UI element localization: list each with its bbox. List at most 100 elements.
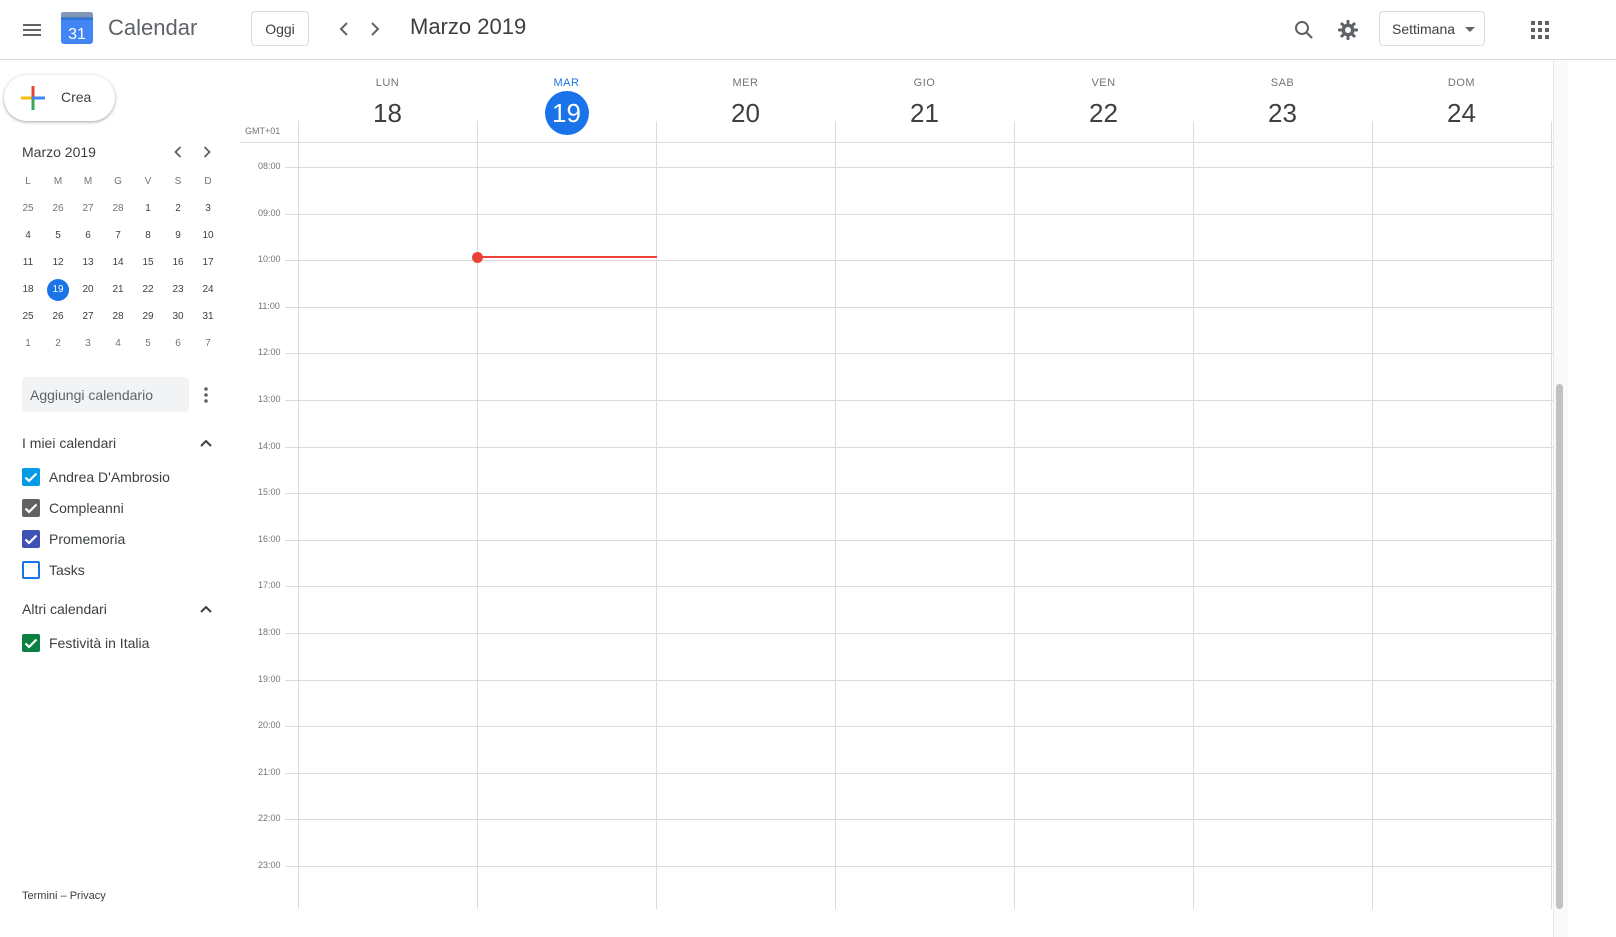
mini-day-cell[interactable]: 22 — [133, 276, 163, 303]
mini-day-number: 14 — [112, 257, 124, 268]
chevron-up-icon[interactable] — [195, 432, 217, 454]
calendar-list-item[interactable]: Andrea D'Ambrosio — [22, 466, 170, 488]
mini-day-cell[interactable]: 15 — [133, 249, 163, 276]
mini-day-cell[interactable]: 13 — [73, 249, 103, 276]
day-number[interactable]: 18 — [366, 91, 410, 135]
mini-day-cell[interactable]: 24 — [193, 276, 223, 303]
mini-day-cell[interactable]: 18 — [13, 276, 43, 303]
day-number[interactable]: 21 — [903, 91, 947, 135]
apps-grid-icon[interactable] — [1522, 12, 1558, 48]
mini-day-cell[interactable]: 27 — [73, 195, 103, 222]
mini-day-cell[interactable]: 16 — [163, 249, 193, 276]
day-column-header[interactable]: SAB 23 — [1193, 60, 1372, 143]
mini-day-cell[interactable]: 28 — [103, 303, 133, 330]
calendar-name: Andrea D'Ambrosio — [49, 469, 170, 485]
chevron-up-icon[interactable] — [195, 598, 217, 620]
day-column-header[interactable]: LUN 18 — [298, 60, 477, 143]
mini-day-cell[interactable]: 2 — [163, 195, 193, 222]
mini-day-cell[interactable]: 21 — [103, 276, 133, 303]
calendar-list-item[interactable]: Promemoria — [22, 528, 125, 550]
calendar-name: Compleanni — [49, 500, 124, 516]
mini-day-cell[interactable]: 5 — [43, 222, 73, 249]
mini-calendar-grid: L M M G V S D 25 26 27 28 1 2 3 4 5 6 7 8 9 10 11 12 13 14 15 16 17… — [13, 168, 223, 357]
header-divider — [240, 142, 1553, 143]
mini-day-cell[interactable]: 6 — [163, 330, 193, 357]
day-column-header[interactable]: MAR 19 — [477, 60, 656, 143]
mini-day-cell[interactable]: 8 — [133, 222, 163, 249]
mini-day-cell[interactable]: 3 — [73, 330, 103, 357]
gear-icon[interactable] — [1330, 12, 1366, 48]
day-number[interactable]: 23 — [1261, 91, 1305, 135]
mini-day-cell[interactable]: 25 — [13, 195, 43, 222]
today-button[interactable]: Oggi — [251, 11, 309, 46]
weekday-name: GIO — [913, 77, 936, 89]
day-number[interactable]: 24 — [1440, 91, 1484, 135]
create-button[interactable]: Crea — [4, 75, 115, 121]
mini-day-cell[interactable]: 14 — [103, 249, 133, 276]
checkbox-checked-icon[interactable] — [22, 468, 40, 486]
day-column-header[interactable]: GIO 21 — [835, 60, 1014, 143]
mini-day-number: 3 — [85, 338, 91, 349]
mini-day-cell[interactable]: 28 — [103, 195, 133, 222]
day-column-header[interactable]: VEN 22 — [1014, 60, 1193, 143]
mini-day-cell[interactable]: 5 — [133, 330, 163, 357]
weekday-name: VEN — [1091, 77, 1116, 89]
mini-next-month-icon[interactable] — [195, 140, 219, 164]
mini-day-cell[interactable]: 26 — [43, 303, 73, 330]
day-number[interactable]: 20 — [724, 91, 768, 135]
mini-day-cell[interactable]: 7 — [193, 330, 223, 357]
chevron-left-icon[interactable] — [329, 14, 359, 44]
mini-day-cell[interactable]: 2 — [43, 330, 73, 357]
mini-prev-month-icon[interactable] — [166, 140, 190, 164]
mini-day-cell[interactable]: 23 — [163, 276, 193, 303]
mini-day-cell[interactable]: 29 — [133, 303, 163, 330]
mini-day-number: 31 — [202, 311, 214, 322]
scrollbar-thumb[interactable] — [1556, 384, 1563, 909]
hour-label: 13:00 — [258, 394, 281, 404]
mini-day-cell[interactable]: 30 — [163, 303, 193, 330]
mini-day-cell[interactable]: 31 — [193, 303, 223, 330]
checkbox-checked-icon[interactable] — [22, 530, 40, 548]
calendar-list-item[interactable]: Festività in Italia — [22, 632, 149, 654]
calendar-list-item[interactable]: Compleanni — [22, 497, 124, 519]
mini-day-cell[interactable]: 6 — [73, 222, 103, 249]
checkbox-checked-icon[interactable] — [22, 634, 40, 652]
mini-day-cell[interactable]: 10 — [193, 222, 223, 249]
mini-day-cell[interactable]: 4 — [13, 222, 43, 249]
add-calendar-input[interactable]: Aggiungi calendario — [22, 377, 189, 412]
mini-day-cell[interactable]: 27 — [73, 303, 103, 330]
other-calendars-title[interactable]: Altri calendari — [22, 601, 107, 617]
mini-day-cell[interactable]: 3 — [193, 195, 223, 222]
view-selector[interactable]: Settimana — [1379, 11, 1485, 46]
day-column-header[interactable]: DOM 24 — [1372, 60, 1551, 143]
mini-day-cell[interactable]: 1 — [133, 195, 163, 222]
mini-day-number: 8 — [145, 230, 151, 241]
mini-day-cell[interactable]: 11 — [13, 249, 43, 276]
mini-day-number: 10 — [202, 230, 214, 241]
mini-day-cell[interactable]: 12 — [43, 249, 73, 276]
mini-day-cell[interactable]: 25 — [13, 303, 43, 330]
day-column-header[interactable]: MER 20 — [656, 60, 835, 143]
hour-divider — [285, 447, 1553, 448]
mini-day-cell[interactable]: 19 — [43, 276, 73, 303]
my-calendars-title[interactable]: I miei calendari — [22, 435, 116, 451]
day-number[interactable]: 22 — [1082, 91, 1126, 135]
checkbox-checked-icon[interactable] — [22, 499, 40, 517]
search-icon[interactable] — [1286, 12, 1322, 48]
privacy-link[interactable]: Privacy — [70, 890, 106, 902]
mini-day-cell[interactable]: 7 — [103, 222, 133, 249]
mini-day-cell[interactable]: 26 — [43, 195, 73, 222]
menu-icon[interactable] — [14, 12, 50, 48]
chevron-right-icon[interactable] — [360, 14, 390, 44]
calendar-list-item[interactable]: Tasks — [22, 559, 85, 581]
mini-day-cell[interactable]: 1 — [13, 330, 43, 357]
mini-day-cell[interactable]: 9 — [163, 222, 193, 249]
terms-link[interactable]: Termini — [22, 890, 57, 902]
more-vert-icon[interactable] — [194, 383, 218, 407]
mini-day-cell[interactable]: 17 — [193, 249, 223, 276]
calendar-logo-icon[interactable]: 31 — [61, 12, 93, 44]
day-number[interactable]: 19 — [544, 91, 589, 135]
checkbox-unchecked-icon[interactable] — [22, 561, 40, 579]
mini-day-cell[interactable]: 20 — [73, 276, 103, 303]
mini-day-cell[interactable]: 4 — [103, 330, 133, 357]
